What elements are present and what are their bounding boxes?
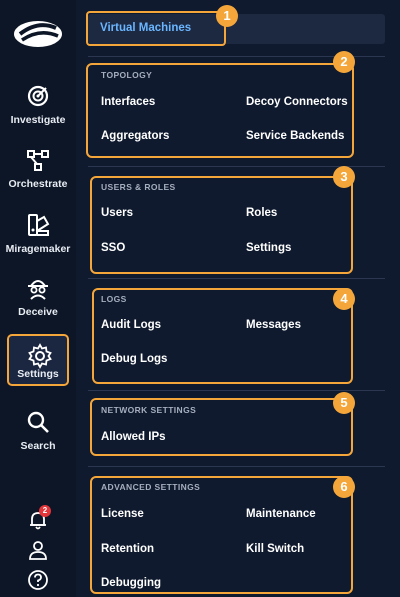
menu-item-debugging[interactable]: Debugging — [101, 577, 161, 589]
menu-item-audit-logs[interactable]: Audit Logs — [101, 319, 161, 331]
orchestrate-icon — [27, 150, 49, 171]
sidebar-item-label: Deceive — [18, 306, 58, 318]
section-title-users-roles: USERS & ROLES — [101, 182, 176, 192]
gear-icon — [28, 343, 52, 369]
menu-item-debug-logs[interactable]: Debug Logs — [101, 353, 167, 365]
callout-number: 6 — [333, 476, 355, 498]
section-logs — [92, 288, 353, 384]
section-title-advanced-settings: ADVANCED SETTINGS — [101, 482, 201, 492]
menu-item-virtual-machines[interactable]: Virtual Machines — [100, 22, 191, 34]
menu-item-maintenance[interactable]: Maintenance — [246, 508, 316, 520]
menu-item-decoy-connectors[interactable]: Decoy Connectors — [246, 96, 348, 108]
user-icon[interactable] — [26, 538, 50, 562]
callout-number: 1 — [216, 5, 238, 27]
menu-item-license[interactable]: License — [101, 508, 144, 520]
sidebar-item-label: Search — [20, 440, 56, 452]
menu-item-sso[interactable]: SSO — [101, 242, 125, 254]
menu-item-user-settings[interactable]: Settings — [246, 242, 291, 254]
deceive-icon — [28, 280, 48, 300]
callout-number: 4 — [333, 288, 355, 310]
sidebar-item-settings[interactable]: Settings — [7, 334, 69, 386]
section-title-network-settings: NETWORK SETTINGS — [101, 405, 197, 415]
menu-item-interfaces[interactable]: Interfaces — [101, 96, 155, 108]
sidebar-item-label: Miragemaker — [5, 243, 71, 255]
sidebar-item-deceive[interactable]: Deceive — [0, 268, 76, 328]
investigate-icon — [27, 85, 49, 107]
sidebar-item-label: Settings — [17, 368, 59, 380]
miragemaker-icon — [28, 214, 50, 236]
sidebar: Investigate Orchestrate Miragemaker Dece… — [0, 0, 76, 597]
menu-item-service-backends[interactable]: Service Backends — [246, 130, 344, 142]
menu-item-aggregators[interactable]: Aggregators — [101, 130, 169, 142]
menu-item-roles[interactable]: Roles — [246, 207, 277, 219]
sidebar-item-miragemaker[interactable]: Miragemaker — [0, 205, 76, 265]
menu-item-allowed-ips[interactable]: Allowed IPs — [101, 431, 166, 443]
section-title-logs: LOGS — [101, 294, 127, 304]
sidebar-item-label: Investigate — [10, 114, 66, 126]
notification-badge: 2 — [39, 505, 51, 517]
callout-number: 3 — [333, 166, 355, 188]
sidebar-item-search[interactable]: Search — [0, 402, 76, 462]
callout-number: 2 — [333, 51, 355, 73]
help-icon[interactable] — [26, 568, 50, 592]
divider — [88, 278, 385, 279]
menu-item-users[interactable]: Users — [101, 207, 133, 219]
sidebar-item-orchestrate[interactable]: Orchestrate — [0, 140, 76, 200]
search-icon — [27, 411, 49, 433]
app-logo[interactable] — [10, 12, 66, 52]
sidebar-item-label: Orchestrate — [8, 178, 68, 190]
menu-item-retention[interactable]: Retention — [101, 543, 154, 555]
callout-number: 5 — [333, 392, 355, 414]
divider — [88, 390, 385, 391]
menu-item-kill-switch[interactable]: Kill Switch — [246, 543, 304, 555]
section-title-topology: TOPOLOGY — [101, 70, 153, 80]
sidebar-item-investigate[interactable]: Investigate — [0, 76, 76, 136]
divider — [88, 466, 385, 467]
menu-item-messages[interactable]: Messages — [246, 319, 301, 331]
